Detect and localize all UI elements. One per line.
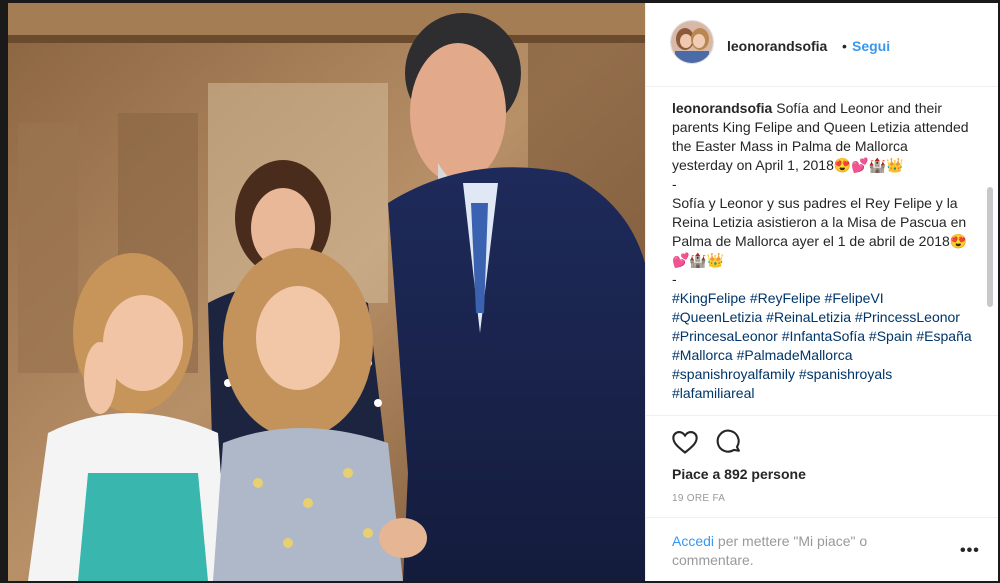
caption-scrollbar[interactable]: [986, 89, 994, 414]
post-window: leonorandsofia • Segui leonorandsofia So…: [8, 3, 998, 581]
caption: leonorandsofia Sofía and Leonor and thei…: [672, 99, 972, 403]
caption-hashtags[interactable]: #KingFelipe #ReyFelipe #FelipeVI #QueenL…: [672, 289, 972, 403]
caption-scroll-area[interactable]: leonorandsofia Sofía and Leonor and thei…: [672, 99, 972, 415]
post-header: leonorandsofia • Segui: [646, 3, 998, 87]
login-link[interactable]: Accedi: [672, 533, 714, 549]
post-sidebar: leonorandsofia • Segui leonorandsofia So…: [645, 3, 998, 581]
comment-icon-glyph: [716, 429, 740, 453]
avatar[interactable]: [670, 20, 714, 64]
likes-count[interactable]: Piace a 892 persone: [672, 466, 806, 482]
avatar-image: [671, 21, 713, 63]
header-separator: •: [842, 38, 847, 54]
caption-username[interactable]: leonorandsofia: [672, 100, 772, 116]
login-text: Accedi per mettere "Mi piace" o commenta…: [672, 532, 942, 570]
caption-text-es: Sofía y Leonor y sus padres el Rey Felip…: [672, 195, 968, 268]
caption-dash-1: -: [672, 176, 677, 192]
header-username[interactable]: leonorandsofia: [727, 38, 827, 54]
scrollbar-thumb[interactable]: [987, 187, 993, 307]
post-photo[interactable]: [8, 3, 645, 581]
post-actions: Piace a 892 persone 19 ORE FA Accedi per…: [646, 415, 998, 581]
post-photo-illustration: [8, 3, 645, 581]
more-options-icon[interactable]: •••: [960, 542, 980, 560]
login-prompt: Accedi per mettere "Mi piace" o commenta…: [646, 517, 998, 581]
comment-icon[interactable]: [714, 428, 744, 456]
heart-icon-glyph: [672, 431, 698, 454]
follow-button[interactable]: Segui: [852, 38, 890, 54]
post-timestamp[interactable]: 19 ORE FA: [672, 493, 725, 504]
heart-icon[interactable]: [670, 428, 700, 456]
caption-dash-2: -: [672, 271, 677, 287]
